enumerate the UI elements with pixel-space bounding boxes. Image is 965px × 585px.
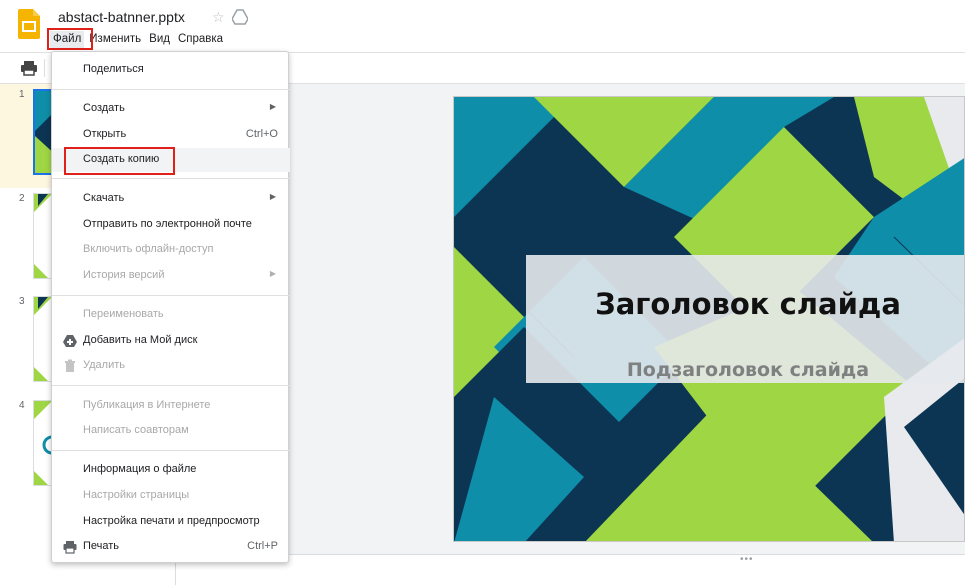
menu-item-open[interactable]: Открыть Ctrl+O [52,123,290,147]
slide-number: 3 [19,296,25,307]
shortcut-label: Ctrl+P [247,540,278,552]
menu-divider [52,178,290,179]
menu-item-label: Отправить по электронной почте [83,218,252,230]
print-icon[interactable] [20,60,38,76]
menu-item-label: Включить офлайн-доступ [83,243,214,255]
menu-divider [52,295,290,296]
submenu-arrow-icon: ▶ [269,269,276,278]
menu-item-label: Скачать [83,192,125,204]
menu-item-label: Информация о файле [83,463,197,475]
shortcut-label: Ctrl+O [245,128,278,140]
menu-item-label: Открыть [83,128,127,140]
menu-edit[interactable]: Изменить [86,31,144,49]
title-bar: abstact-batnner.pptx ☆ Файл Изменить Вид… [0,0,965,52]
menu-item-label: История версий [83,269,165,281]
slides-logo-icon[interactable] [18,9,40,39]
menu-item-new[interactable]: Создать ▶ [52,97,290,121]
star-icon[interactable]: ☆ [212,9,225,26]
menu-item-label: Настройки страницы [83,489,190,501]
speaker-notes-area[interactable] [177,554,965,585]
menu-item-page-setup: Настройки страницы [52,484,290,508]
menu-item-add-to-drive[interactable]: Добавить на Мой диск [52,329,290,353]
menu-item-file-info[interactable]: Информация о файле [52,458,290,482]
menu-item-share[interactable]: Поделиться [52,58,290,82]
menu-item-label: Публикация в Интернете [83,399,211,411]
menu-item-email-collaborators: Написать соавторам [52,419,290,443]
make-copy-highlight-box [64,147,175,175]
menu-divider [52,385,290,386]
submenu-arrow-icon: ▶ [269,192,276,201]
slide-number: 2 [19,193,25,204]
menu-view[interactable]: Вид [146,31,173,49]
menu-divider [52,89,290,90]
menu-item-label: Настройка печати и предпросмотр [83,515,260,527]
trash-icon [65,359,75,372]
file-menu-dropdown: Поделиться Создать ▶ Открыть Ctrl+O Созд… [51,51,290,563]
menu-item-label: Удалить [83,359,125,371]
add-to-drive-icon [63,335,77,347]
menu-item-publish: Публикация в Интернете [52,394,290,418]
menu-item-version-history: История версий ▶ [52,264,290,288]
drive-move-icon[interactable] [232,9,248,25]
menu-help[interactable]: Справка [175,31,226,49]
menu-item-rename: Переименовать [52,303,290,327]
toolbar-separator [44,59,45,77]
submenu-arrow-icon: ▶ [269,102,276,111]
menu-divider [52,450,290,451]
menu-item-label: Добавить на Мой диск [83,334,198,346]
print-icon [63,541,77,554]
slide-number: 1 [19,89,25,100]
slide-editor[interactable]: Заголовок слайда Подзаголовок слайда [453,96,965,542]
menu-item-print[interactable]: Печать Ctrl+P [52,535,290,559]
menu-item-label: Поделиться [83,63,144,75]
slides-app: abstact-batnner.pptx ☆ Файл Изменить Вид… [0,0,965,585]
menu-item-print-settings[interactable]: Настройка печати и предпросмотр [52,510,290,534]
menu-item-label: Печать [83,540,120,552]
menu-item-offline: Включить офлайн-доступ [52,238,290,262]
menu-item-label: Создать [83,102,125,114]
menu-item-delete: Удалить [52,354,290,378]
menu-item-download[interactable]: Скачать ▶ [52,187,290,211]
menu-item-label: Переименовать [83,308,164,320]
notes-resize-handle[interactable]: ••• [740,554,754,565]
menu-item-email[interactable]: Отправить по электронной почте [52,213,290,237]
menu-item-label: Написать соавторам [83,424,189,436]
document-title[interactable]: abstact-batnner.pptx [58,9,185,25]
slide-title[interactable]: Заголовок слайда [526,287,964,321]
slide-number: 4 [19,400,25,411]
file-menu-highlight-box [47,28,93,50]
slide-subtitle[interactable]: Подзаголовок слайда [526,359,964,381]
